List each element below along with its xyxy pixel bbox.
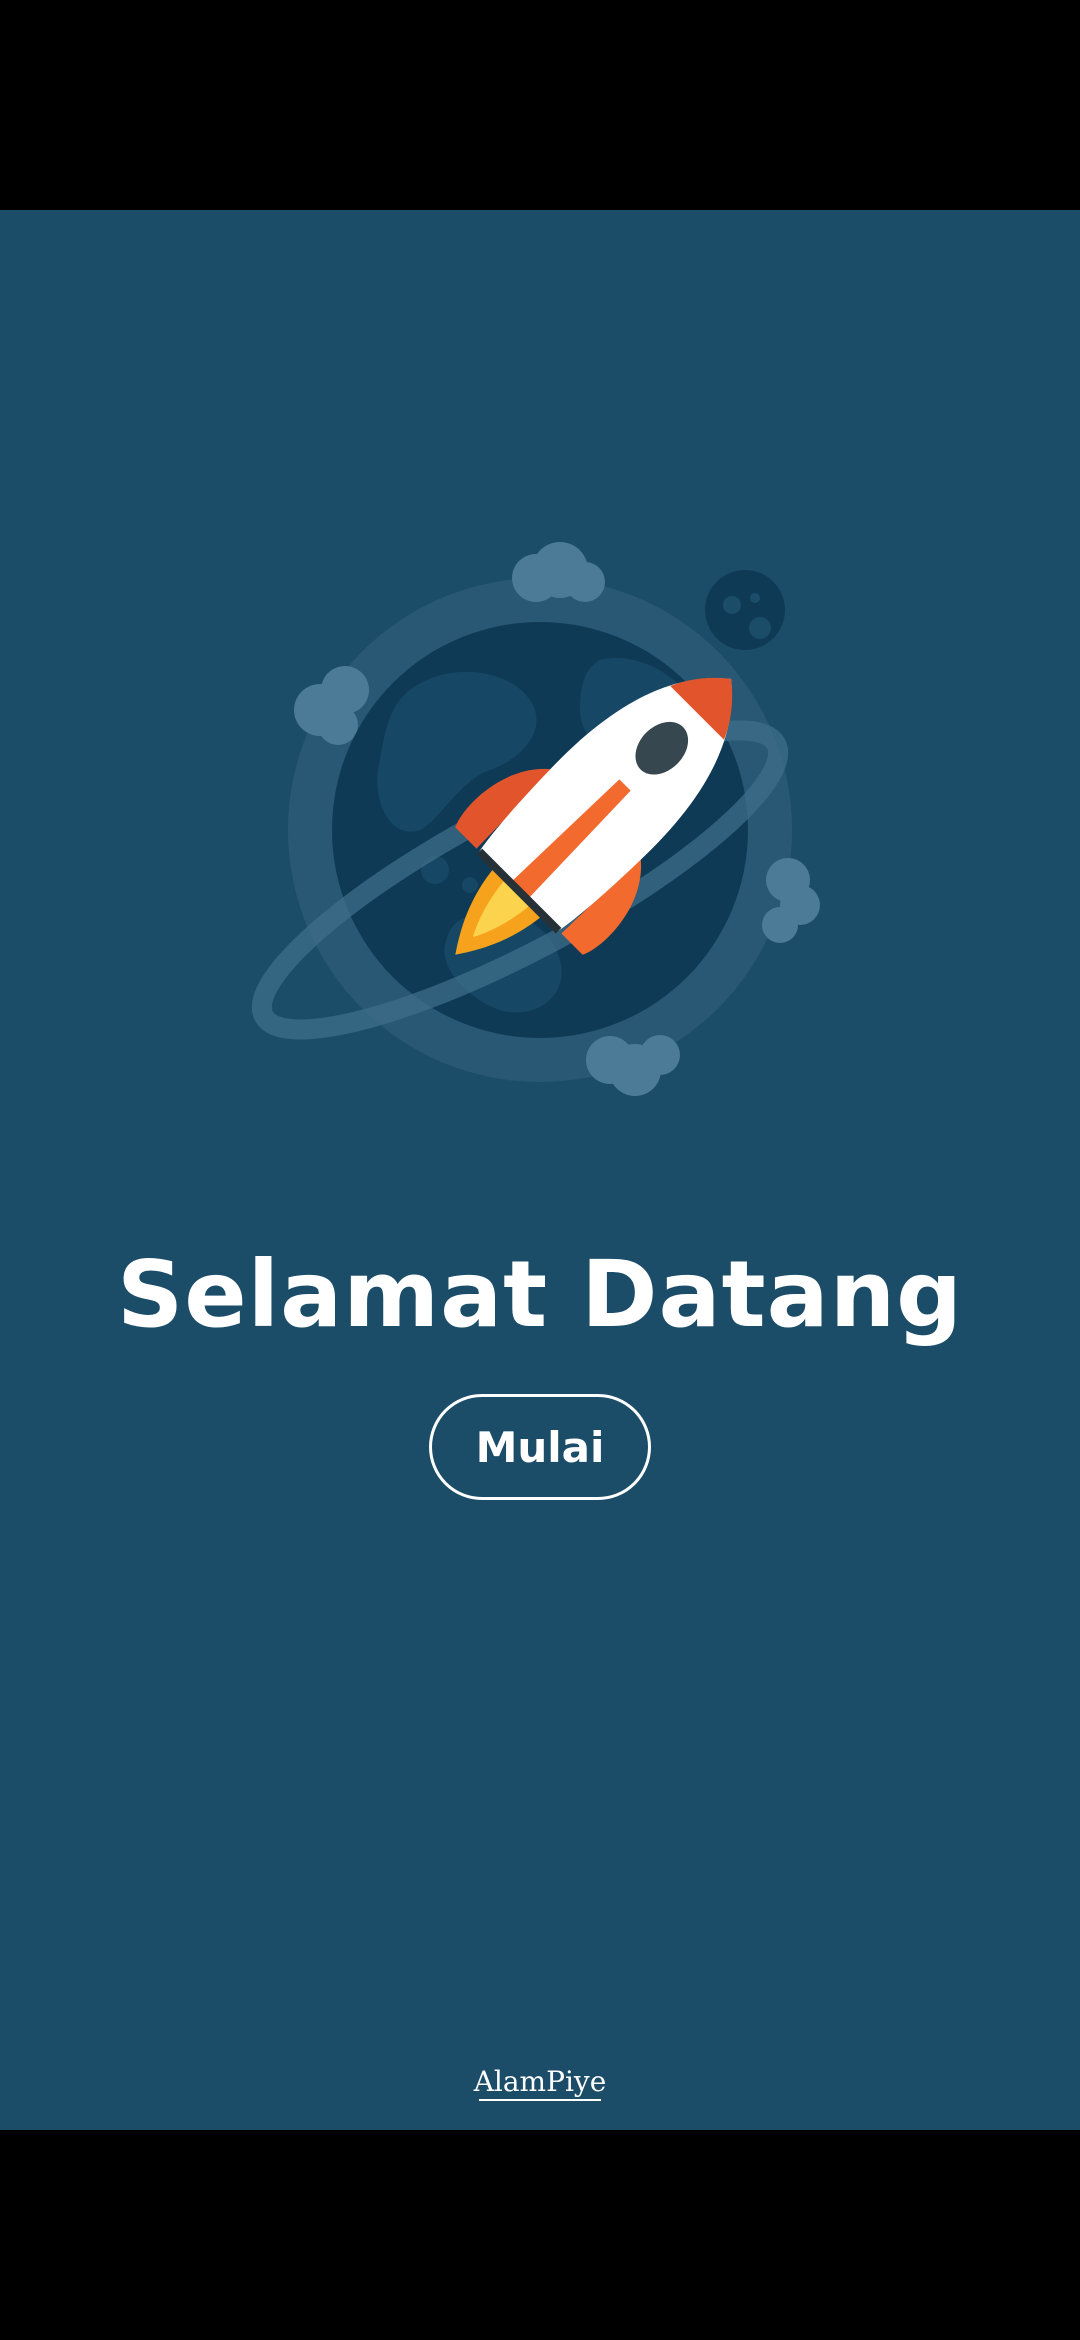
status-bar: [0, 0, 1080, 210]
welcome-title: Selamat Datang: [116, 1241, 964, 1348]
brand-logo-text: AlamPiye: [473, 2065, 607, 2098]
rocket-planet-icon: [251, 542, 820, 1096]
brand-logo: AlamPiye: [440, 2065, 640, 2101]
rocket-planet-illustration: [220, 540, 860, 1120]
welcome-screen: Selamat Datang Mulai AlamPiye: [0, 210, 1080, 2130]
brand-logo-underline: [479, 2099, 601, 2101]
navigation-bar: [0, 2130, 1080, 2340]
start-button[interactable]: Mulai: [429, 1394, 651, 1500]
